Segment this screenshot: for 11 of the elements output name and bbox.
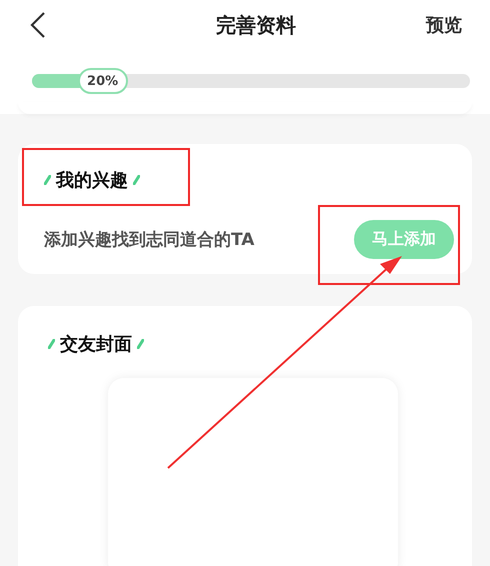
- interest-hint: 添加兴趣找到志同道合的TA: [44, 229, 254, 251]
- slash-icon: [137, 339, 144, 349]
- preview-link[interactable]: 预览: [426, 13, 462, 37]
- slash-icon: [133, 175, 140, 185]
- page-title: 完善资料: [216, 12, 296, 38]
- section-title: 交友封面: [60, 333, 132, 356]
- slash-icon: [48, 339, 55, 349]
- progress-label: 20%: [78, 68, 128, 94]
- section-title: 我的兴趣: [56, 169, 128, 192]
- slash-icon: [44, 175, 51, 185]
- back-icon[interactable]: [30, 11, 46, 39]
